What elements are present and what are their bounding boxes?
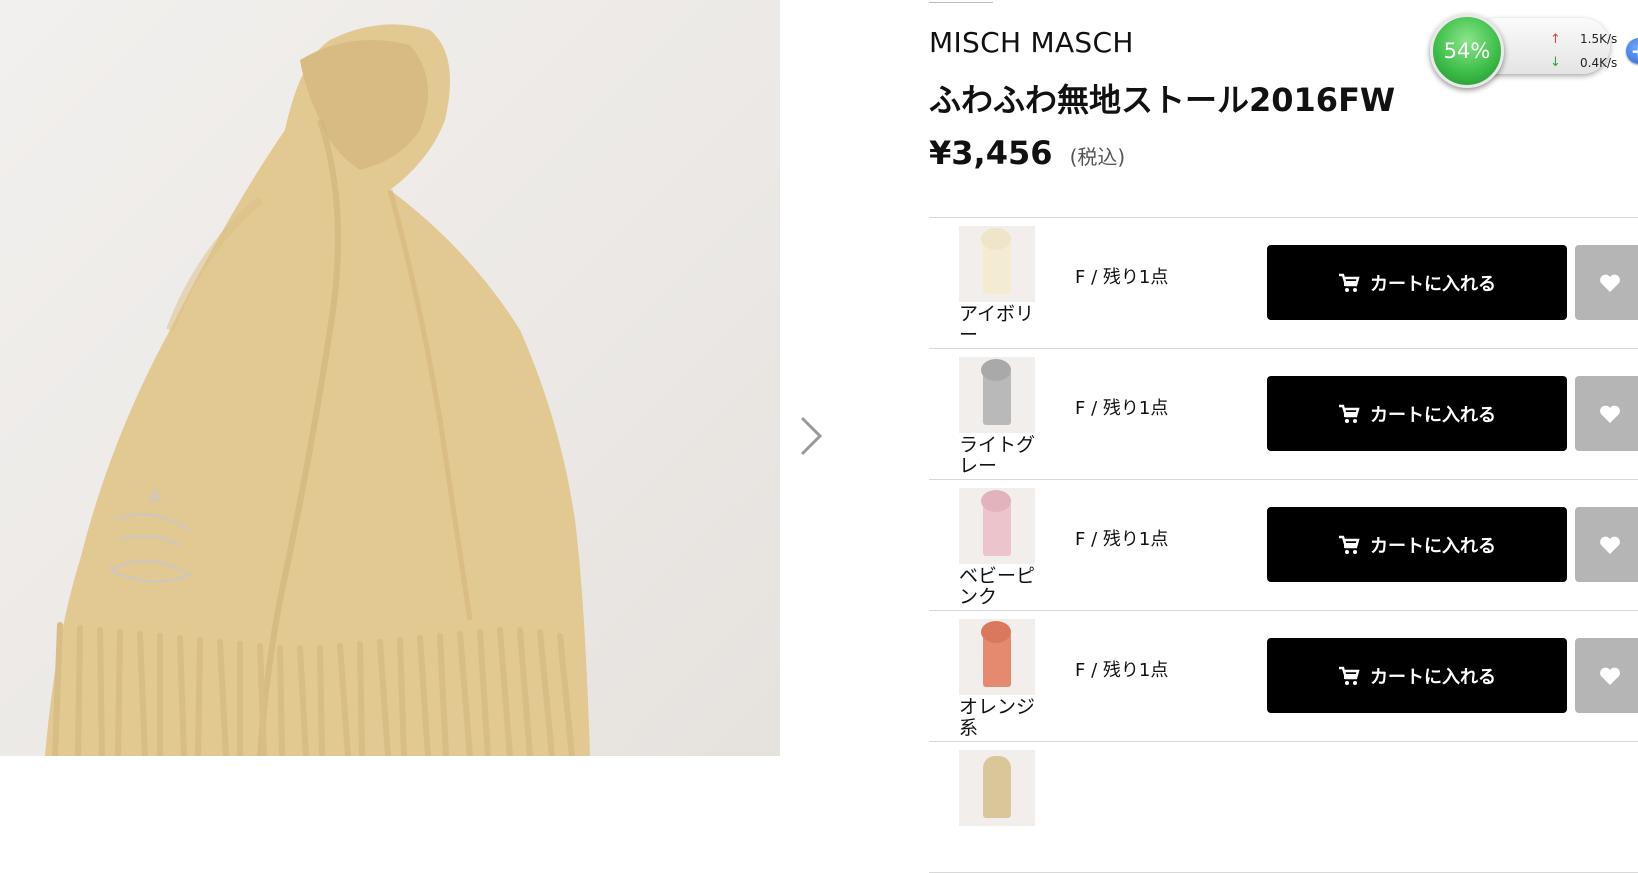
variant-thumbnail[interactable] bbox=[959, 357, 1035, 433]
variant-stock: F / 残り1点 bbox=[1075, 660, 1169, 681]
add-to-cart-label: カートに入れる bbox=[1370, 404, 1496, 426]
chevron-right-icon[interactable] bbox=[796, 414, 826, 458]
product-image bbox=[0, 0, 780, 756]
favorite-button[interactable] bbox=[1575, 507, 1638, 582]
cart-icon bbox=[1339, 273, 1360, 292]
tax-note: (税込) bbox=[1069, 145, 1126, 169]
variant-row: ベビーピンク F / 残り1点 カートに入れる bbox=[929, 480, 1638, 611]
product-title: ふわふわ無地ストール2016FW bbox=[929, 81, 1396, 119]
variant-thumbnail[interactable] bbox=[959, 226, 1035, 302]
download-speed: 0.4K/s bbox=[1580, 56, 1618, 70]
variant-color-name: アイボリー bbox=[959, 303, 1035, 346]
brand-name[interactable]: MISCH MASCH bbox=[929, 26, 1134, 59]
network-speed-widget[interactable]: ↑ ↓ 1.5K/s 0.4K/s + 54% bbox=[1430, 14, 1638, 88]
add-to-cart-button[interactable]: カートに入れる bbox=[1267, 376, 1567, 451]
favorite-button[interactable] bbox=[1575, 638, 1638, 713]
upload-arrow-icon: ↑ bbox=[1550, 32, 1561, 47]
variant-color-name: オレンジ系 bbox=[959, 696, 1036, 739]
variant-color-name: ライトグレー bbox=[959, 434, 1036, 477]
heart-icon bbox=[1600, 667, 1620, 685]
download-arrow-icon: ↓ bbox=[1550, 55, 1561, 70]
heart-icon bbox=[1600, 274, 1620, 292]
add-to-cart-label: カートに入れる bbox=[1370, 273, 1496, 295]
variant-stock: F / 残り1点 bbox=[1075, 529, 1169, 550]
favorite-button[interactable] bbox=[1575, 376, 1638, 451]
variant-thumbnail[interactable] bbox=[959, 619, 1035, 695]
variant-row: アイボリー F / 残り1点 カートに入れる bbox=[929, 218, 1638, 349]
add-to-cart-button[interactable]: カートに入れる bbox=[1267, 638, 1567, 713]
variant-thumbnail[interactable] bbox=[959, 750, 1035, 826]
variant-list: アイボリー F / 残り1点 カートに入れる ライトグレー F / 残り1点 カ… bbox=[929, 217, 1638, 873]
add-to-cart-button[interactable]: カートに入れる bbox=[1267, 245, 1567, 320]
price-row: ¥3,456 (税込) bbox=[929, 134, 1125, 172]
plus-icon[interactable]: + bbox=[1626, 38, 1638, 64]
cart-icon bbox=[1339, 535, 1360, 554]
favorite-button[interactable] bbox=[1575, 245, 1638, 320]
variant-row: ライトグレー F / 残り1点 カートに入れる bbox=[929, 349, 1638, 480]
cart-icon bbox=[1339, 404, 1360, 423]
usage-percent: 54% bbox=[1443, 39, 1491, 63]
variant-row: オレンジ系 F / 残り1点 カートに入れる bbox=[929, 611, 1638, 742]
variant-thumbnail[interactable] bbox=[959, 488, 1035, 564]
upload-speed: 1.5K/s bbox=[1580, 32, 1618, 46]
variant-stock: F / 残り1点 bbox=[1075, 398, 1169, 419]
top-tab-indicator bbox=[929, 0, 993, 3]
heart-icon bbox=[1600, 536, 1620, 554]
cart-icon bbox=[1339, 666, 1360, 685]
variant-stock: F / 残り1点 bbox=[1075, 267, 1169, 288]
add-to-cart-label: カートに入れる bbox=[1370, 666, 1496, 688]
variant-color-name: ベビーピンク bbox=[959, 565, 1036, 608]
add-to-cart-button[interactable]: カートに入れる bbox=[1267, 507, 1567, 582]
variant-row bbox=[929, 742, 1638, 873]
price: ¥3,456 bbox=[929, 134, 1053, 172]
add-to-cart-label: カートに入れる bbox=[1370, 535, 1496, 557]
usage-percent-ball[interactable]: 54% bbox=[1430, 14, 1504, 88]
scarf-photo bbox=[45, 24, 590, 756]
heart-icon bbox=[1600, 405, 1620, 423]
